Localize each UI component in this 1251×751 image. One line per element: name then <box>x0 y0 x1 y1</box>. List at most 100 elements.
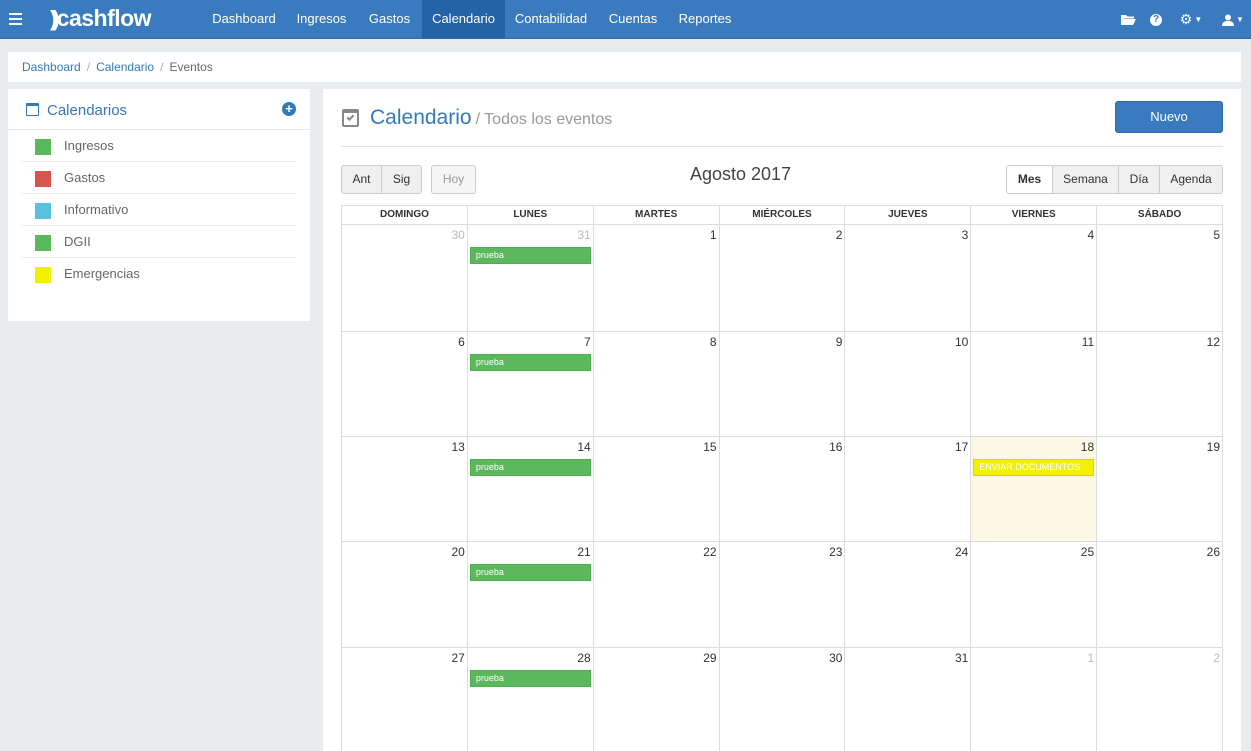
calendar-event[interactable]: prueba <box>469 670 591 687</box>
day-number[interactable]: 1 <box>710 228 717 242</box>
day-cell[interactable]: 16 <box>719 437 846 542</box>
day-number[interactable]: 28 <box>577 651 590 665</box>
day-cell[interactable]: 20 <box>342 542 468 648</box>
day-cell[interactable]: 30 <box>342 225 468 332</box>
day-number[interactable]: 31 <box>577 228 590 242</box>
day-cell[interactable]: 2 <box>1097 648 1224 751</box>
calendar-item-emergencias[interactable]: Emergencias <box>22 258 296 290</box>
nav-ingresos[interactable]: Ingresos <box>286 0 357 38</box>
day-number[interactable]: 20 <box>452 545 465 559</box>
day-number[interactable]: 31 <box>955 651 968 665</box>
day-number[interactable]: 27 <box>452 651 465 665</box>
day-cell[interactable]: 9 <box>719 332 846 437</box>
calendar-event[interactable]: ENVIAR DOCUMENTOS <box>973 459 1095 476</box>
day-number[interactable]: 15 <box>703 440 716 454</box>
breadcrumb-dashboard[interactable]: Dashboard <box>22 60 81 74</box>
day-cell[interactable]: 11 <box>971 332 1098 437</box>
nav-cuentas[interactable]: Cuentas <box>597 0 669 38</box>
day-cell[interactable]: 19 <box>1097 437 1224 542</box>
day-number[interactable]: 6 <box>458 335 465 349</box>
day-cell[interactable]: 29 <box>594 648 720 751</box>
day-number[interactable]: 3 <box>962 228 969 242</box>
calendar-item-dgii[interactable]: DGII <box>22 226 296 258</box>
day-number[interactable]: 13 <box>452 440 465 454</box>
calendar-item-informativo[interactable]: Informativo <box>22 194 296 226</box>
calendar-event[interactable]: prueba <box>469 459 591 476</box>
calendar-event[interactable]: prueba <box>469 564 591 581</box>
view-agenda-button[interactable]: Agenda <box>1159 165 1223 194</box>
day-number[interactable]: 14 <box>577 440 590 454</box>
day-cell[interactable]: 10 <box>845 332 972 437</box>
day-cell[interactable]: 12 <box>1097 332 1224 437</box>
day-cell[interactable]: 21 prueba <box>467 542 594 648</box>
day-number[interactable]: 16 <box>829 440 842 454</box>
day-number[interactable]: 22 <box>703 545 716 559</box>
view-month-button[interactable]: Mes <box>1006 165 1053 194</box>
view-day-button[interactable]: Día <box>1118 165 1160 194</box>
day-number[interactable]: 29 <box>703 651 716 665</box>
menu-icon[interactable] <box>9 13 22 25</box>
nav-reportes[interactable]: Reportes <box>669 0 741 38</box>
prev-button[interactable]: Ant <box>341 165 382 194</box>
user-menu[interactable]: ▼ <box>1218 0 1248 38</box>
today-button[interactable]: Hoy <box>431 165 476 194</box>
calendar-event[interactable]: prueba <box>469 354 591 371</box>
day-cell[interactable]: 31 prueba <box>467 225 594 332</box>
day-number[interactable]: 4 <box>1087 228 1094 242</box>
day-number[interactable]: 12 <box>1207 335 1220 349</box>
day-cell[interactable]: 7 prueba <box>467 332 594 437</box>
day-number[interactable]: 2 <box>836 228 843 242</box>
day-cell[interactable]: 31 <box>845 648 972 751</box>
calendar-item-gastos[interactable]: Gastos <box>22 162 296 194</box>
day-cell[interactable]: 2 <box>719 225 846 332</box>
day-number[interactable]: 23 <box>829 545 842 559</box>
day-cell[interactable]: 5 <box>1097 225 1224 332</box>
day-cell[interactable]: 8 <box>593 332 720 437</box>
folder-icon[interactable] <box>1118 0 1138 38</box>
day-cell-today[interactable]: 18 ENVIAR DOCUMENTOS <box>971 437 1098 542</box>
day-cell[interactable]: 1 <box>971 648 1098 751</box>
day-number[interactable]: 5 <box>1213 228 1220 242</box>
day-cell[interactable]: 15 <box>593 437 720 542</box>
day-cell[interactable]: 1 <box>593 225 720 332</box>
day-number[interactable]: 7 <box>584 335 591 349</box>
day-number[interactable]: 11 <box>1082 335 1094 349</box>
day-number[interactable]: 30 <box>452 228 465 242</box>
day-cell[interactable]: 23 <box>719 542 846 648</box>
day-number[interactable]: 9 <box>836 335 843 349</box>
nav-calendario[interactable]: Calendario <box>422 0 505 38</box>
nav-gastos[interactable]: Gastos <box>357 0 422 38</box>
new-event-button[interactable]: Nuevo <box>1115 101 1223 133</box>
day-number[interactable]: 10 <box>955 335 968 349</box>
day-number[interactable]: 25 <box>1081 545 1094 559</box>
day-cell[interactable]: 24 <box>845 542 972 648</box>
calendar-event[interactable]: prueba <box>469 247 591 264</box>
day-number[interactable]: 1 <box>1087 651 1094 665</box>
day-number[interactable]: 21 <box>577 545 590 559</box>
next-button[interactable]: Sig <box>381 165 422 194</box>
calendar-item-ingresos[interactable]: Ingresos <box>22 130 296 162</box>
day-cell[interactable]: 25 <box>971 542 1098 648</box>
day-cell[interactable]: 14 prueba <box>467 437 594 542</box>
day-cell[interactable]: 6 <box>342 332 468 437</box>
day-number[interactable]: 26 <box>1207 545 1220 559</box>
add-calendar-icon[interactable]: + <box>282 102 296 116</box>
help-icon[interactable]: ? <box>1146 0 1166 38</box>
day-cell[interactable]: 4 <box>971 225 1098 332</box>
app-logo[interactable]: )) cashflow <box>50 5 152 32</box>
day-number[interactable]: 18 <box>1081 440 1094 454</box>
day-cell[interactable]: 17 <box>845 437 972 542</box>
day-cell[interactable]: 27 <box>342 648 468 751</box>
day-cell[interactable]: 22 <box>593 542 720 648</box>
day-number[interactable]: 17 <box>955 440 968 454</box>
day-cell[interactable]: 26 <box>1097 542 1224 648</box>
day-cell[interactable]: 3 <box>845 225 972 332</box>
day-number[interactable]: 30 <box>829 651 842 665</box>
day-cell[interactable]: 28 prueba <box>468 648 594 751</box>
settings-menu[interactable]: ⚙ ▼ <box>1176 0 1206 38</box>
nav-dashboard[interactable]: Dashboard <box>202 0 286 38</box>
view-week-button[interactable]: Semana <box>1052 165 1119 194</box>
day-number[interactable]: 19 <box>1207 440 1220 454</box>
day-number[interactable]: 2 <box>1213 651 1220 665</box>
day-number[interactable]: 24 <box>955 545 968 559</box>
